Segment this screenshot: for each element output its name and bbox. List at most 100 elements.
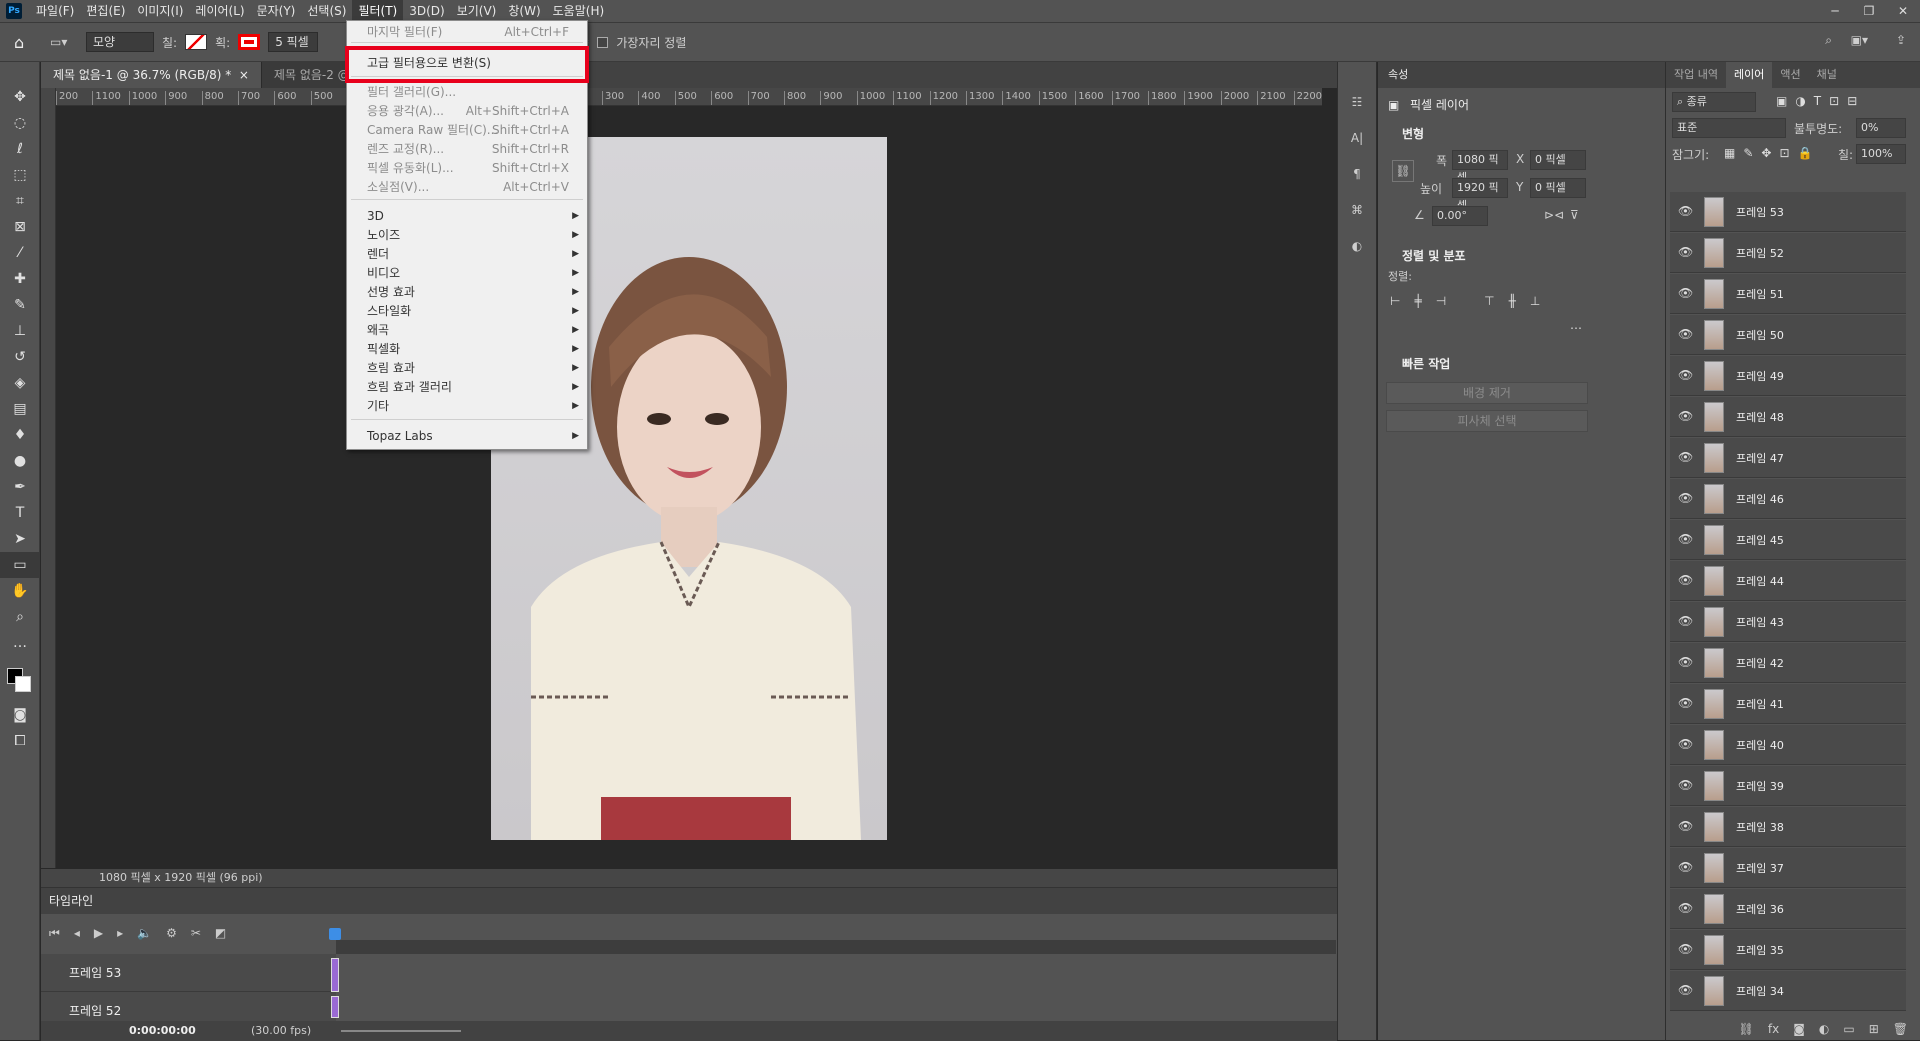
menu-filter[interactable]: 필터(T) — [352, 0, 404, 22]
visibility-eye-icon[interactable]: 👁 — [1678, 696, 1693, 710]
frame-clip[interactable] — [331, 996, 339, 1018]
playhead[interactable] — [329, 928, 341, 940]
color-swatches[interactable] — [0, 656, 39, 702]
align-section[interactable]: 정렬 및 분포 — [1378, 244, 1665, 268]
split-icon[interactable]: ✂ — [191, 926, 201, 941]
stroke-size-field[interactable]: 5 픽셀 — [268, 32, 319, 52]
shape-mode-icon[interactable]: ▭▾ — [50, 35, 78, 49]
layer-row[interactable]: 👁 프레임 49 — [1670, 356, 1906, 396]
more-tools-icon[interactable]: … — [0, 630, 40, 656]
align-vcenter-icon[interactable]: ╫ — [1509, 294, 1516, 308]
visibility-eye-icon[interactable]: 👁 — [1678, 409, 1693, 423]
fx-icon[interactable]: fx — [1768, 1018, 1779, 1040]
filter-menu-item[interactable]: 응용 광각(A)... Alt+Shift+Ctrl+A — [347, 102, 587, 121]
select-subject-button[interactable]: 피사체 선택 — [1386, 410, 1588, 432]
paragraph-icon[interactable]: ¶ — [1338, 156, 1376, 192]
stroke-swatch[interactable] — [238, 34, 261, 50]
share-icon[interactable]: ⇪ — [1896, 33, 1906, 47]
settings-icon[interactable]: ⚙ — [166, 926, 177, 941]
menu-image[interactable]: 이미지(I) — [131, 0, 189, 22]
visibility-eye-icon[interactable]: 👁 — [1678, 245, 1693, 259]
filter-menu-item[interactable]: 마지막 필터(F) Alt+Ctrl+F — [347, 23, 587, 42]
tab-document-1[interactable]: 제목 없음-1 @ 36.7% (RGB/8) * × — [41, 62, 262, 88]
crop-tool-icon[interactable]: ⌗ — [0, 188, 40, 214]
filter-menu-item[interactable]: 흐림 효과 갤러리 ▶ — [347, 378, 587, 397]
filter-menu-item[interactable]: Topaz Labs ▶ — [347, 427, 587, 446]
layer-row[interactable]: 👁 프레임 37 — [1670, 848, 1906, 888]
link-layers-icon[interactable]: ⛓ — [1739, 1018, 1754, 1040]
quick-mask-icon[interactable]: ◙ — [0, 702, 40, 728]
frame-clip[interactable] — [331, 958, 339, 992]
remove-background-button[interactable]: 배경 제거 — [1386, 382, 1588, 404]
layer-row[interactable]: 👁 프레임 48 — [1670, 397, 1906, 437]
tab-layers[interactable]: 레이어 — [1725, 62, 1773, 88]
layer-row[interactable]: 👁 프레임 51 — [1670, 274, 1906, 314]
layer-row[interactable]: 👁 프레임 34 — [1670, 971, 1906, 1011]
new-layer-icon[interactable]: ⊞ — [1869, 1018, 1879, 1040]
visibility-eye-icon[interactable]: 👁 — [1678, 737, 1693, 751]
eraser-tool-icon[interactable]: ◈ — [0, 370, 40, 396]
align-left-icon[interactable]: ⊢ — [1390, 294, 1400, 308]
layer-row[interactable]: 👁 프레임 35 — [1670, 930, 1906, 970]
layer-row[interactable]: 👁 프레임 40 — [1670, 725, 1906, 765]
restore-icon[interactable]: ❐ — [1852, 0, 1886, 22]
paths-icon[interactable]: ⌘ — [1338, 192, 1376, 228]
align-edges-checkbox[interactable] — [597, 36, 609, 48]
layer-row[interactable]: 👁 프레임 46 — [1670, 479, 1906, 519]
next-frame-icon[interactable]: ▸ — [117, 926, 123, 941]
layer-filter-kind[interactable]: ⌕ 종류 — [1672, 92, 1756, 112]
search-icon[interactable]: ⌕ — [1825, 33, 1832, 48]
fill-swatch[interactable] — [185, 34, 208, 50]
lock-icons[interactable]: ▦✎✥⊡🔒 — [1724, 146, 1820, 160]
move-tool-icon[interactable]: ✥ — [0, 84, 40, 110]
filter-menu-item[interactable]: 스타일화 ▶ — [347, 302, 587, 321]
layer-row[interactable]: 👁 프레임 44 — [1670, 561, 1906, 601]
play-icon[interactable]: ▶ — [94, 926, 103, 941]
transition-icon[interactable]: ◩ — [215, 926, 226, 941]
frame-tool-icon[interactable]: ⊠ — [0, 214, 40, 240]
close-icon[interactable]: ✕ — [1886, 0, 1920, 22]
visibility-eye-icon[interactable]: 👁 — [1678, 901, 1693, 915]
visibility-eye-icon[interactable]: 👁 — [1678, 204, 1693, 218]
align-top-icon[interactable]: ⊤ — [1484, 294, 1494, 308]
filter-menu-item[interactable]: 흐림 효과 ▶ — [347, 359, 587, 378]
visibility-eye-icon[interactable]: 👁 — [1678, 655, 1693, 669]
layer-row[interactable]: 👁 프레임 38 — [1670, 807, 1906, 847]
home-icon[interactable]: ⌂ — [14, 33, 42, 52]
brush-tool-icon[interactable]: ✎ — [0, 292, 40, 318]
visibility-eye-icon[interactable]: 👁 — [1678, 860, 1693, 874]
visibility-eye-icon[interactable]: 👁 — [1678, 532, 1693, 546]
first-frame-icon[interactable]: ⏮ — [49, 926, 60, 941]
menu-layer[interactable]: 레이어(L) — [189, 0, 250, 22]
path-select-tool-icon[interactable]: ➤ — [0, 526, 40, 552]
visibility-eye-icon[interactable]: 👁 — [1678, 368, 1693, 382]
visibility-eye-icon[interactable]: 👁 — [1678, 983, 1693, 997]
visibility-eye-icon[interactable]: 👁 — [1678, 614, 1693, 628]
layer-row[interactable]: 👁 프레임 47 — [1670, 438, 1906, 478]
filter-menu-item[interactable]: 노이즈 ▶ — [347, 226, 587, 245]
gradient-tool-icon[interactable]: ▤ — [0, 396, 40, 422]
menu-edit[interactable]: 편집(E) — [80, 0, 131, 22]
type-tool-icon[interactable]: T — [0, 500, 40, 526]
stamp-tool-icon[interactable]: ⊥ — [0, 318, 40, 344]
styles-icon[interactable]: ◐ — [1338, 228, 1376, 264]
layer-row[interactable]: 👁 프레임 53 — [1670, 192, 1906, 232]
dodge-tool-icon[interactable]: ● — [0, 448, 40, 474]
opacity-field[interactable]: 0% — [1856, 118, 1906, 138]
new-group-icon[interactable]: ▭ — [1843, 1018, 1854, 1040]
align-hcenter-icon[interactable]: ╪ — [1414, 294, 1421, 308]
filter-menu-item[interactable]: 소실점(V)... Alt+Ctrl+V — [347, 178, 587, 197]
rectangle-tool-icon[interactable]: ▭ — [0, 552, 40, 578]
layer-row[interactable]: 👁 프레임 52 — [1670, 233, 1906, 273]
flip-vertical-icon[interactable]: ⊽ — [1570, 208, 1579, 222]
history-brush-icon[interactable]: ↺ — [0, 344, 40, 370]
layer-row[interactable]: 👁 프레임 42 — [1670, 643, 1906, 683]
filter-menu-item[interactable]: 렌더 ▶ — [347, 245, 587, 264]
learn-icon[interactable]: ☷ — [1338, 84, 1376, 120]
transform-section[interactable]: 변형 — [1378, 122, 1665, 146]
layer-row[interactable]: 👁 프레임 36 — [1670, 889, 1906, 929]
layer-row[interactable]: 👁 프레임 45 — [1670, 520, 1906, 560]
time-ruler[interactable] — [336, 940, 1336, 954]
adjustment-layer-icon[interactable]: ◐ — [1819, 1018, 1829, 1040]
audio-icon[interactable]: 🔈 — [137, 926, 152, 941]
